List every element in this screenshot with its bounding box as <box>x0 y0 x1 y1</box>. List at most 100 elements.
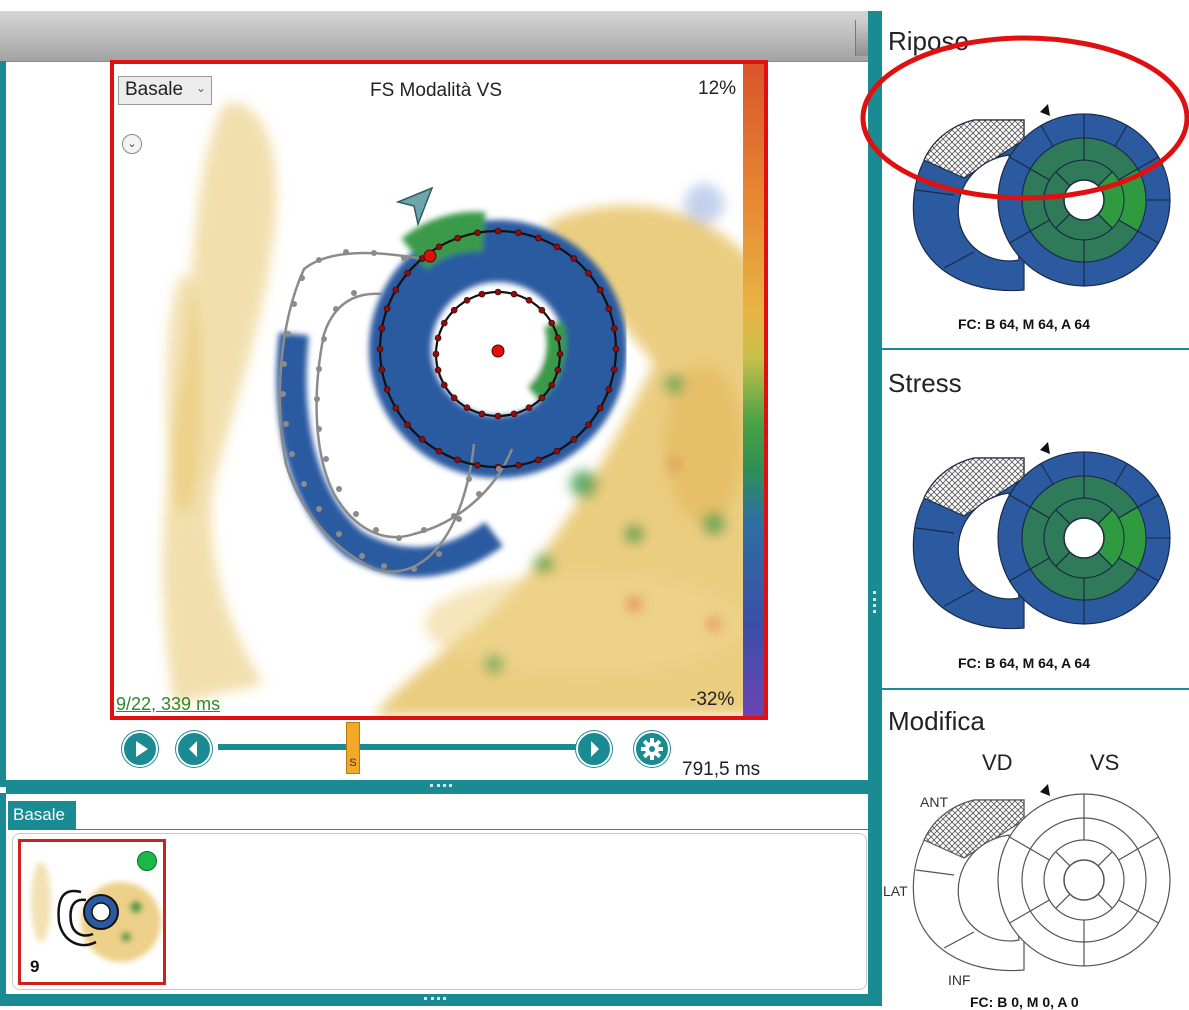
chevron-down-icon: ⌄ <box>195 81 206 95</box>
modifica-fc: FC: B 0, M 0, A 0 <box>970 994 1079 1010</box>
contour-point <box>376 345 384 353</box>
rv-contour-point <box>373 527 379 533</box>
contour-point <box>605 305 613 312</box>
rv-contour-point <box>401 255 407 261</box>
rv-contour-point <box>336 486 342 492</box>
rv-contour-point <box>336 531 342 537</box>
rv-contour-point <box>301 481 307 487</box>
stress-bullseye-plot <box>912 442 1171 630</box>
contour-point <box>553 243 561 251</box>
contour-point <box>525 297 533 304</box>
contour-point <box>515 229 522 237</box>
rv-contour-point <box>283 421 289 427</box>
contour-point <box>463 297 471 304</box>
strain-color-scale <box>743 64 764 716</box>
contour-point <box>548 381 555 389</box>
label-lat: LAT <box>883 883 908 899</box>
contour-point <box>474 229 481 237</box>
rv-contour-point <box>285 331 291 337</box>
rv-contour-point <box>316 506 322 512</box>
contour-point <box>554 366 562 374</box>
modifica-bullseye[interactable] <box>904 780 1184 985</box>
rv-contour-point <box>316 257 322 263</box>
annotation-ellipse <box>860 35 1189 201</box>
contour-point <box>434 334 442 342</box>
contour-point <box>454 456 461 464</box>
contour-point <box>596 286 604 294</box>
contour-point <box>441 381 448 389</box>
modifica-title: Modifica <box>888 706 985 736</box>
contour-point <box>494 288 502 296</box>
frame-info-link[interactable]: 9/22, 339 ms <box>116 694 220 715</box>
contour-point <box>535 456 542 464</box>
contour-point <box>450 306 458 314</box>
step-forward-button[interactable] <box>576 731 612 767</box>
contour-point <box>441 319 448 327</box>
strain-image-viewer[interactable] <box>110 60 768 720</box>
rv-contour-point <box>289 451 295 457</box>
contour-point <box>454 234 461 242</box>
stress-bullseye[interactable] <box>904 438 1184 643</box>
contour-point <box>432 350 440 358</box>
step-forward-icon <box>591 741 599 757</box>
label-inf: INF <box>948 972 971 988</box>
contour-point <box>570 436 578 443</box>
settings-button[interactable] <box>634 731 670 767</box>
contour-point <box>392 404 400 412</box>
rv-contour-point <box>456 516 462 522</box>
systole-marker[interactable]: S <box>346 722 360 774</box>
contour-point <box>515 461 522 469</box>
rv-contour-point <box>411 566 417 572</box>
contour-point <box>494 412 502 420</box>
play-button[interactable] <box>122 731 158 767</box>
contour-point <box>450 394 458 402</box>
rv-contour-point <box>371 250 377 256</box>
viewer-title: FS Modalità VS <box>370 80 502 101</box>
myocardium-strain <box>276 211 627 578</box>
strain-map <box>163 102 754 716</box>
contour-point <box>435 447 443 455</box>
panel-divider-2 <box>882 688 1189 690</box>
tab-underline <box>8 829 868 830</box>
rv-contour-point <box>323 456 329 462</box>
contour-point <box>392 286 400 294</box>
rv-contour-point <box>436 551 442 557</box>
left-border-lower <box>0 793 6 1006</box>
tab-basale[interactable]: Basale <box>8 801 76 830</box>
label-vd: VD <box>982 750 1013 775</box>
rv-contour-point <box>351 290 357 296</box>
contour-point <box>538 306 546 314</box>
thumbnail-frame-number: 9 <box>30 957 40 976</box>
contour-point <box>554 334 562 342</box>
rv-contour-point <box>353 511 359 517</box>
contour-point <box>378 366 386 373</box>
rv-contour-point <box>466 476 472 482</box>
step-back-button[interactable] <box>176 731 212 767</box>
rv-contour-point <box>496 466 502 472</box>
gear-icon <box>641 738 663 760</box>
contour-point <box>556 350 564 358</box>
rv-contour-point <box>314 396 320 402</box>
bottom-splitter[interactable] <box>0 994 868 1006</box>
contour-point <box>585 269 592 277</box>
rv-contour-point <box>421 527 427 533</box>
step-back-icon <box>189 741 197 757</box>
contour-point <box>383 305 391 312</box>
contour-point <box>510 410 518 418</box>
top-toolbar <box>0 11 872 62</box>
rv-contour-point <box>359 553 365 559</box>
contour-point <box>434 366 442 374</box>
timeline-slider[interactable] <box>218 744 578 750</box>
scale-min-label: -32% <box>690 689 735 710</box>
horizontal-splitter[interactable] <box>6 780 868 794</box>
rv-contour-point <box>321 336 327 342</box>
contour-point <box>538 394 546 402</box>
contour-point <box>494 227 502 235</box>
contour-point <box>610 366 618 373</box>
phase-dropdown[interactable]: Basale ⌄ <box>118 76 212 105</box>
contour-point <box>378 325 386 332</box>
contour-point <box>435 243 443 251</box>
expand-icon[interactable]: ⌄ <box>122 134 142 154</box>
contour-point <box>404 421 411 429</box>
contour-point <box>605 386 613 393</box>
